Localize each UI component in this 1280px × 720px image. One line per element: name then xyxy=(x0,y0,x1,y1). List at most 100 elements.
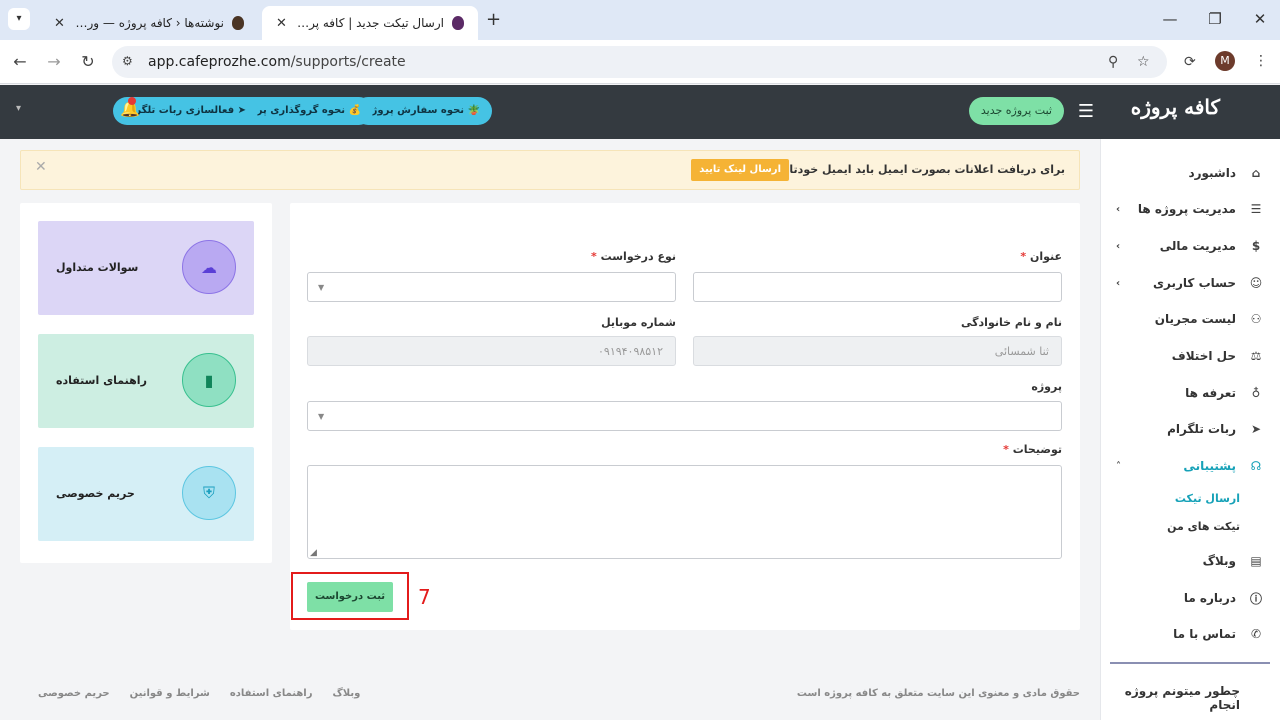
tab-search-dropdown[interactable]: ▾ xyxy=(8,8,30,30)
shield-icon: ⛨ xyxy=(182,466,236,520)
back-icon[interactable]: ← xyxy=(10,52,30,71)
app-header: کافه پروژه ☰ ثبت پروژه جدید 🪴 نحوه سفارش… xyxy=(0,85,1280,139)
favicon-icon xyxy=(452,16,464,30)
request-type-select[interactable]: ▼ xyxy=(307,272,676,302)
sidebar-item-support[interactable]: ☊ پشتیبانی ˄ xyxy=(1100,451,1280,481)
headset-icon: ☊ xyxy=(1250,459,1262,473)
project-label: پروژه xyxy=(1031,380,1062,393)
project-select[interactable]: ▼ xyxy=(307,401,1062,431)
user-menu-chevron-icon[interactable]: ▾ xyxy=(16,103,21,114)
chevron-down-icon: ▼ xyxy=(318,283,325,292)
sidebar-item-label: مدیریت پروژه ها xyxy=(1137,202,1236,216)
highlight-box: ثبت درخواست xyxy=(291,572,409,620)
site-info-icon[interactable]: ⚙ xyxy=(122,54,133,68)
order-guide-button[interactable]: 🪴 نحوه سفارش پروژه xyxy=(353,97,492,125)
browser-tab-ticket[interactable]: ارسال تیکت جدید | کافه پروژه ✕ xyxy=(262,6,478,40)
url-text[interactable]: app.cafeprozhe.com/supports/create xyxy=(148,54,406,70)
profile-avatar[interactable]: M xyxy=(1215,51,1235,71)
sidebar-item-freelancers[interactable]: ⚇ لیست مجریان xyxy=(1100,304,1280,334)
favicon-icon xyxy=(232,16,244,30)
name-label: نام و نام خانوادگی xyxy=(961,316,1062,329)
cloud-icon: ☁ xyxy=(182,240,236,294)
browser-menu-icon[interactable]: ⋮ xyxy=(1254,53,1268,69)
sidebar-item-label: تماس با ما xyxy=(1173,627,1236,641)
sidebar-item-label: پشتیبانی xyxy=(1183,459,1236,473)
footer-link-terms[interactable]: شرایط و قوانین xyxy=(130,688,210,699)
sidebar-subitem-my-tickets[interactable]: تیکت های من xyxy=(1167,520,1240,533)
order-guide-label: نحوه سفارش پروژه xyxy=(365,105,465,116)
new-project-button[interactable]: ثبت پروژه جدید xyxy=(968,97,1064,125)
sidebar-item-label: داشبورد xyxy=(1188,166,1236,180)
submit-request-button[interactable]: ثبت درخواست xyxy=(307,582,393,612)
sidebar-item-label: حساب کاربری xyxy=(1153,276,1236,290)
title-input[interactable] xyxy=(693,272,1062,302)
sidebar-item-label: درباره ما xyxy=(1183,591,1236,605)
sidebar-item-tariffs[interactable]: ♁ تعرفه ها xyxy=(1100,378,1280,408)
menu-toggle-icon[interactable]: ☰ xyxy=(1078,101,1094,122)
sidebar-item-about[interactable]: ⓘ درباره ما xyxy=(1100,583,1280,613)
chevron-left-icon: › xyxy=(1116,240,1121,252)
browser-tab-wordpress[interactable]: نوشته‌ها ‹ کافه پروژه — وردپرس ✕ xyxy=(40,6,258,40)
tab-close-icon[interactable]: ✕ xyxy=(54,16,65,31)
resize-handle-icon[interactable]: ◢ xyxy=(310,548,317,558)
new-tab-button[interactable]: + xyxy=(486,9,501,30)
sidebar-item-contact[interactable]: ✆ تماس با ما xyxy=(1100,619,1280,649)
blog-icon: ▤ xyxy=(1250,554,1262,568)
footer-link-blog[interactable]: وبلاگ xyxy=(332,688,360,699)
maximize-icon[interactable]: ❐ xyxy=(1205,10,1225,28)
address-bar[interactable]: ⚙ app.cafeprozhe.com/supports/create ⚲ ☆ xyxy=(112,46,1167,78)
home-icon: ⌂ xyxy=(1251,166,1261,180)
dollar-icon: $ xyxy=(1251,239,1261,253)
window-close-icon[interactable]: ✕ xyxy=(1250,10,1270,28)
scale-icon: ⚖ xyxy=(1250,349,1262,363)
help-panel: سوالات متداول ☁ راهنمای استفاده ▮ حریم خ… xyxy=(20,203,272,563)
zoom-icon[interactable]: ⚲ xyxy=(1108,54,1118,70)
mobile-field: ۰۹۱۹۴۰۹۸۵۱۲ xyxy=(307,336,676,366)
chevron-down-icon: ▼ xyxy=(318,412,325,421)
site-logo[interactable]: کافه پروژه xyxy=(1131,95,1220,119)
users-icon: ⚇ xyxy=(1250,312,1262,326)
chevron-left-icon: › xyxy=(1116,277,1121,289)
sidebar-item-blog[interactable]: ▤ وبلاگ xyxy=(1100,546,1280,576)
sidebar-item-projects[interactable]: ☰ مدیریت پروژه ها › xyxy=(1100,194,1280,224)
forward-icon[interactable]: → xyxy=(44,52,64,71)
info-icon: ⓘ xyxy=(1249,591,1262,606)
chevron-left-icon: › xyxy=(1116,203,1121,215)
description-textarea[interactable]: ◢ xyxy=(307,465,1062,559)
extensions-icon[interactable]: ⟳ xyxy=(1184,54,1196,70)
faq-label: سوالات متداول xyxy=(56,261,139,274)
tab-close-icon[interactable]: ✕ xyxy=(276,16,287,31)
tab-title: ارسال تیکت جدید | کافه پروژه xyxy=(294,16,444,30)
browser-tab-bar: ▾ نوشته‌ها ‹ کافه پروژه — وردپرس ✕ ارسال… xyxy=(0,0,1280,40)
tab-title: نوشته‌ها ‹ کافه پروژه — وردپرس xyxy=(72,16,224,30)
faq-card[interactable]: سوالات متداول ☁ xyxy=(38,221,254,315)
sidebar-item-dashboard[interactable]: ⌂ داشبورد xyxy=(1100,158,1280,188)
footer-link-privacy[interactable]: حریم خصوصی xyxy=(38,688,110,699)
sidebar-bottom-link[interactable]: چطور میتونم پروژه انجام xyxy=(1101,684,1240,712)
bookmark-star-icon[interactable]: ☆ xyxy=(1137,54,1150,70)
privacy-card[interactable]: حریم خصوصی ⛨ xyxy=(38,447,254,541)
footer: حقوق مادی و معنوی این سایت متعلق به کافه… xyxy=(0,674,1100,720)
send-verify-link-button[interactable]: ارسال لینک تایید xyxy=(691,159,789,181)
sidebar-subitem-send-ticket[interactable]: ارسال تیکت xyxy=(1175,492,1240,505)
mobile-label: شماره موبایل xyxy=(601,316,676,329)
sidebar-item-label: تعرفه ها xyxy=(1185,386,1236,400)
user-icon: ☺ xyxy=(1249,276,1263,290)
sidebar-item-disputes[interactable]: ⚖ حل اختلاف xyxy=(1100,341,1280,371)
sidebar: ⌂ داشبورد ☰ مدیریت پروژه ها › $ مدیریت مالی ›… xyxy=(1100,139,1280,720)
telegram-icon: ➤ xyxy=(1250,422,1262,436)
guide-label: راهنمای استفاده xyxy=(56,374,147,387)
sidebar-item-account[interactable]: ☺ حساب کاربری › xyxy=(1100,268,1280,298)
alert-close-icon[interactable]: ✕ xyxy=(35,159,47,175)
sidebar-item-finance[interactable]: $ مدیریت مالی › xyxy=(1100,231,1280,261)
telegram-bot-label: فعالسازی ربات تلگرام xyxy=(124,105,235,116)
sidebar-item-telegram[interactable]: ➤ ربات تلگرام xyxy=(1100,414,1280,444)
title-label: عنوان * xyxy=(1020,250,1062,263)
sidebar-item-label: حل اختلاف xyxy=(1171,349,1236,363)
footer-link-guide[interactable]: راهنمای استفاده xyxy=(230,688,313,699)
book-icon: ▮ xyxy=(182,353,236,407)
sidebar-item-label: وبلاگ xyxy=(1202,554,1236,568)
reload-icon[interactable]: ↻ xyxy=(78,52,98,71)
guide-card[interactable]: راهنمای استفاده ▮ xyxy=(38,334,254,428)
minimize-icon[interactable]: — xyxy=(1160,10,1180,28)
